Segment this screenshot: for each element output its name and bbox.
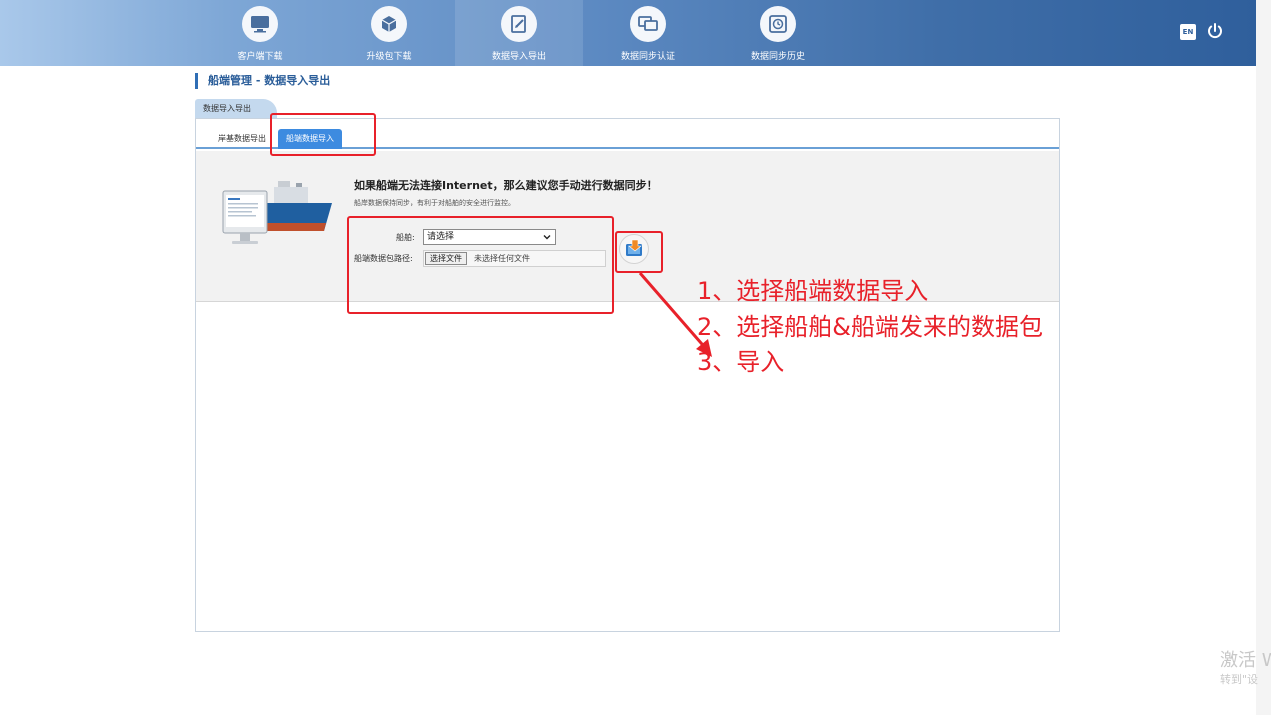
import-form-area: 如果船端无法连接Internet，那么建议您手动进行数据同步！ 船岸数据保持同步… [196,151,1059,302]
dual-monitor-icon [630,6,666,42]
power-icon[interactable] [1206,22,1224,40]
history-icon [760,6,796,42]
edit-document-icon [501,6,537,42]
monitor-icon [242,6,278,42]
nav-label: 升级包下载 [366,52,412,62]
nav-item-client-download[interactable]: 客户端下载 [196,0,324,66]
activation-watermark-line-2: 转到"设 [1220,673,1259,686]
nav-item-data-import-export[interactable]: 数据导入导出 [455,0,583,66]
nav-label: 数据同步认证 [620,52,675,62]
language-toggle[interactable]: EN [1180,24,1196,40]
activation-watermark-line-1: 激活 W [1220,650,1271,671]
content-panel: 岸基数据导出 船端数据导入 如果船端无法连接Internet，那么建议您手动进行… [195,118,1060,632]
nav-item-data-sync-auth[interactable]: 数据同步认证 [584,0,712,66]
annotation-box-form [347,216,614,314]
nav-label: 客户端下载 [237,52,283,62]
nav-item-data-sync-history[interactable]: 数据同步历史 [714,0,842,66]
tab-shore-data-export[interactable]: 岸基数据导出 [210,129,274,149]
nav-label: 数据同步历史 [750,52,805,62]
annotation-step-1: 1、选择船端数据导入 [697,277,929,305]
nav-label: 数据导入导出 [491,52,546,62]
annotation-box-tab [270,113,376,156]
top-navigation-bar: 客户端下载 升级包下载 数据导入导出 数据同步认证 数据同步历史 EN [0,0,1256,66]
package-icon [371,6,407,42]
breadcrumb: 船端管理 - 数据导入导出 [195,73,330,89]
ship-computer-illustration [220,173,338,257]
headline: 如果船端无法连接Internet，那么建议您手动进行数据同步！ [354,179,658,192]
annotation-step-3: 3、导入 [697,348,785,376]
subline: 船岸数据保持同步，有利于对船舶的安全进行监控。 [354,199,515,207]
annotation-step-2: 2、选择船舶&船端发来的数据包 [697,313,1043,341]
panel-title-tab: 数据导入导出 [195,99,277,118]
window-edge [1256,0,1271,715]
nav-item-upgrade-download[interactable]: 升级包下载 [325,0,453,66]
